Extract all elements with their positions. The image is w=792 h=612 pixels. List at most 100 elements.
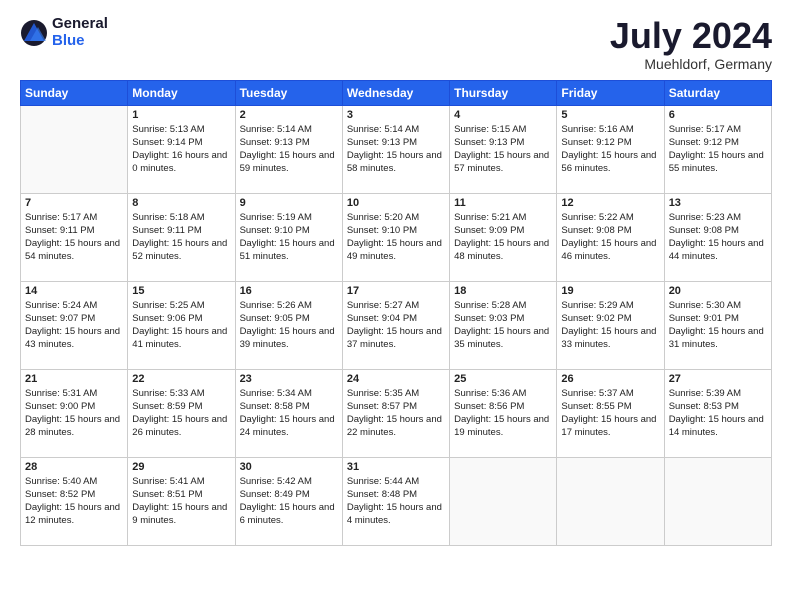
day-number: 15 [132, 285, 230, 297]
day-number: 27 [669, 373, 767, 385]
col-thursday: Thursday [450, 80, 557, 105]
day-info: Sunrise: 5:14 AMSunset: 9:13 PMDaylight:… [240, 123, 338, 176]
day-info: Sunrise: 5:15 AMSunset: 9:13 PMDaylight:… [454, 123, 552, 176]
day-info: Sunrise: 5:18 AMSunset: 9:11 PMDaylight:… [132, 211, 230, 264]
calendar-cell: 31 Sunrise: 5:44 AMSunset: 8:48 PMDayligh… [342, 457, 449, 545]
day-number: 7 [25, 197, 123, 209]
day-number: 2 [240, 109, 338, 121]
calendar-cell [21, 105, 128, 193]
col-saturday: Saturday [664, 80, 771, 105]
day-info: Sunrise: 5:25 AMSunset: 9:06 PMDaylight:… [132, 299, 230, 352]
day-info: Sunrise: 5:23 AMSunset: 9:08 PMDaylight:… [669, 211, 767, 264]
calendar-header: Sunday Monday Tuesday Wednesday Thursday… [21, 80, 772, 105]
day-info: Sunrise: 5:41 AMSunset: 8:51 PMDaylight:… [132, 475, 230, 528]
calendar-week-4: 28Sunrise: 5:40 AMSunset: 8:52 PMDayligh… [21, 457, 772, 545]
day-info: Sunrise: 5:21 AMSunset: 9:09 PMDaylight:… [454, 211, 552, 264]
calendar-cell: 10 Sunrise: 5:20 AMSunset: 9:10 PMDayligh… [342, 193, 449, 281]
calendar-cell: 15 Sunrise: 5:25 AMSunset: 9:06 PMDayligh… [128, 281, 235, 369]
day-info: Sunrise: 5:37 AMSunset: 8:55 PMDaylight:… [561, 387, 659, 440]
calendar-cell: 12 Sunrise: 5:22 AMSunset: 9:08 PMDayligh… [557, 193, 664, 281]
day-info: Sunrise: 5:14 AMSunset: 9:13 PMDaylight:… [347, 123, 445, 176]
calendar-week-3: 21 Sunrise: 5:31 AMSunset: 9:00 PMDayligh… [21, 369, 772, 457]
calendar-cell: 7Sunrise: 5:17 AMSunset: 9:11 PMDaylight… [21, 193, 128, 281]
calendar-week-2: 14 Sunrise: 5:24 AMSunset: 9:07 PMDayligh… [21, 281, 772, 369]
calendar-cell: 24 Sunrise: 5:35 AMSunset: 8:57 PMDayligh… [342, 369, 449, 457]
day-number: 20 [669, 285, 767, 297]
day-info: Sunrise: 5:16 AMSunset: 9:12 PMDaylight:… [561, 123, 659, 176]
col-monday: Monday [128, 80, 235, 105]
day-info: Sunrise: 5:13 AMSunset: 9:14 PMDaylight:… [132, 123, 230, 176]
day-number: 6 [669, 109, 767, 121]
col-wednesday: Wednesday [342, 80, 449, 105]
day-info: Sunrise: 5:44 AMSunset: 8:48 PMDaylight:… [347, 475, 445, 528]
day-number: 5 [561, 109, 659, 121]
calendar-cell: 5 Sunrise: 5:16 AMSunset: 9:12 PMDaylight… [557, 105, 664, 193]
day-number: 21 [25, 373, 123, 385]
title-block: July 2024 Muehldorf, Germany [610, 16, 772, 72]
calendar-container: General Blue July 2024 Muehldorf, German… [0, 0, 792, 556]
day-number: 9 [240, 197, 338, 209]
calendar-cell: 9 Sunrise: 5:19 AMSunset: 9:10 PMDaylight… [235, 193, 342, 281]
day-info: Sunrise: 5:22 AMSunset: 9:08 PMDaylight:… [561, 211, 659, 264]
day-info: Sunrise: 5:31 AMSunset: 9:00 PMDaylight:… [25, 387, 123, 440]
calendar-cell: 16 Sunrise: 5:26 AMSunset: 9:05 PMDayligh… [235, 281, 342, 369]
day-number: 18 [454, 285, 552, 297]
day-number: 1 [132, 109, 230, 121]
calendar-cell [664, 457, 771, 545]
calendar-cell: 21 Sunrise: 5:31 AMSunset: 9:00 PMDayligh… [21, 369, 128, 457]
logo: General Blue [20, 16, 108, 49]
calendar-cell: 17 Sunrise: 5:27 AMSunset: 9:04 PMDayligh… [342, 281, 449, 369]
calendar-cell: 4 Sunrise: 5:15 AMSunset: 9:13 PMDaylight… [450, 105, 557, 193]
day-number: 25 [454, 373, 552, 385]
calendar-cell: 28Sunrise: 5:40 AMSunset: 8:52 PMDayligh… [21, 457, 128, 545]
day-number: 23 [240, 373, 338, 385]
day-number: 24 [347, 373, 445, 385]
day-info: Sunrise: 5:26 AMSunset: 9:05 PMDaylight:… [240, 299, 338, 352]
day-info: Sunrise: 5:34 AMSunset: 8:58 PMDaylight:… [240, 387, 338, 440]
day-number: 12 [561, 197, 659, 209]
calendar-cell: 18Sunrise: 5:28 AMSunset: 9:03 PMDayligh… [450, 281, 557, 369]
calendar-cell: 23 Sunrise: 5:34 AMSunset: 8:58 PMDayligh… [235, 369, 342, 457]
col-friday: Friday [557, 80, 664, 105]
calendar-cell: 13 Sunrise: 5:23 AMSunset: 9:08 PMDayligh… [664, 193, 771, 281]
day-info: Sunrise: 5:36 AMSunset: 8:56 PMDaylight:… [454, 387, 552, 440]
day-number: 17 [347, 285, 445, 297]
day-number: 10 [347, 197, 445, 209]
day-number: 8 [132, 197, 230, 209]
calendar-cell: 19Sunrise: 5:29 AMSunset: 9:02 PMDayligh… [557, 281, 664, 369]
day-number: 14 [25, 285, 123, 297]
day-number: 13 [669, 197, 767, 209]
day-number: 4 [454, 109, 552, 121]
calendar-cell [450, 457, 557, 545]
day-number: 31 [347, 461, 445, 473]
calendar-cell: 2 Sunrise: 5:14 AMSunset: 9:13 PMDaylight… [235, 105, 342, 193]
day-info: Sunrise: 5:19 AMSunset: 9:10 PMDaylight:… [240, 211, 338, 264]
calendar-cell: 29 Sunrise: 5:41 AMSunset: 8:51 PMDayligh… [128, 457, 235, 545]
logo-general: General [52, 16, 108, 33]
calendar-cell: 1 Sunrise: 5:13 AMSunset: 9:14 PMDaylight… [128, 105, 235, 193]
day-info: Sunrise: 5:30 AMSunset: 9:01 PMDaylight:… [669, 299, 767, 352]
calendar-cell: 20 Sunrise: 5:30 AMSunset: 9:01 PMDayligh… [664, 281, 771, 369]
day-info: Sunrise: 5:35 AMSunset: 8:57 PMDaylight:… [347, 387, 445, 440]
day-number: 16 [240, 285, 338, 297]
col-sunday: Sunday [21, 80, 128, 105]
day-info: Sunrise: 5:33 AMSunset: 8:59 PMDaylight:… [132, 387, 230, 440]
calendar-cell: 26 Sunrise: 5:37 AMSunset: 8:55 PMDayligh… [557, 369, 664, 457]
calendar-cell: 8 Sunrise: 5:18 AMSunset: 9:11 PMDaylight… [128, 193, 235, 281]
day-info: Sunrise: 5:39 AMSunset: 8:53 PMDaylight:… [669, 387, 767, 440]
header-row: Sunday Monday Tuesday Wednesday Thursday… [21, 80, 772, 105]
day-info: Sunrise: 5:27 AMSunset: 9:04 PMDaylight:… [347, 299, 445, 352]
location: Muehldorf, Germany [610, 56, 772, 72]
day-info: Sunrise: 5:17 AMSunset: 9:12 PMDaylight:… [669, 123, 767, 176]
day-info: Sunrise: 5:20 AMSunset: 9:10 PMDaylight:… [347, 211, 445, 264]
day-number: 29 [132, 461, 230, 473]
day-info: Sunrise: 5:24 AMSunset: 9:07 PMDaylight:… [25, 299, 123, 352]
calendar-cell: 6 Sunrise: 5:17 AMSunset: 9:12 PMDaylight… [664, 105, 771, 193]
calendar-week-1: 7Sunrise: 5:17 AMSunset: 9:11 PMDaylight… [21, 193, 772, 281]
month-year: July 2024 [610, 16, 772, 56]
calendar-cell: 30Sunrise: 5:42 AMSunset: 8:49 PMDayligh… [235, 457, 342, 545]
logo-icon [20, 19, 48, 47]
calendar-body: 1 Sunrise: 5:13 AMSunset: 9:14 PMDaylight… [21, 105, 772, 545]
day-number: 26 [561, 373, 659, 385]
calendar-cell: 27 Sunrise: 5:39 AMSunset: 8:53 PMDayligh… [664, 369, 771, 457]
